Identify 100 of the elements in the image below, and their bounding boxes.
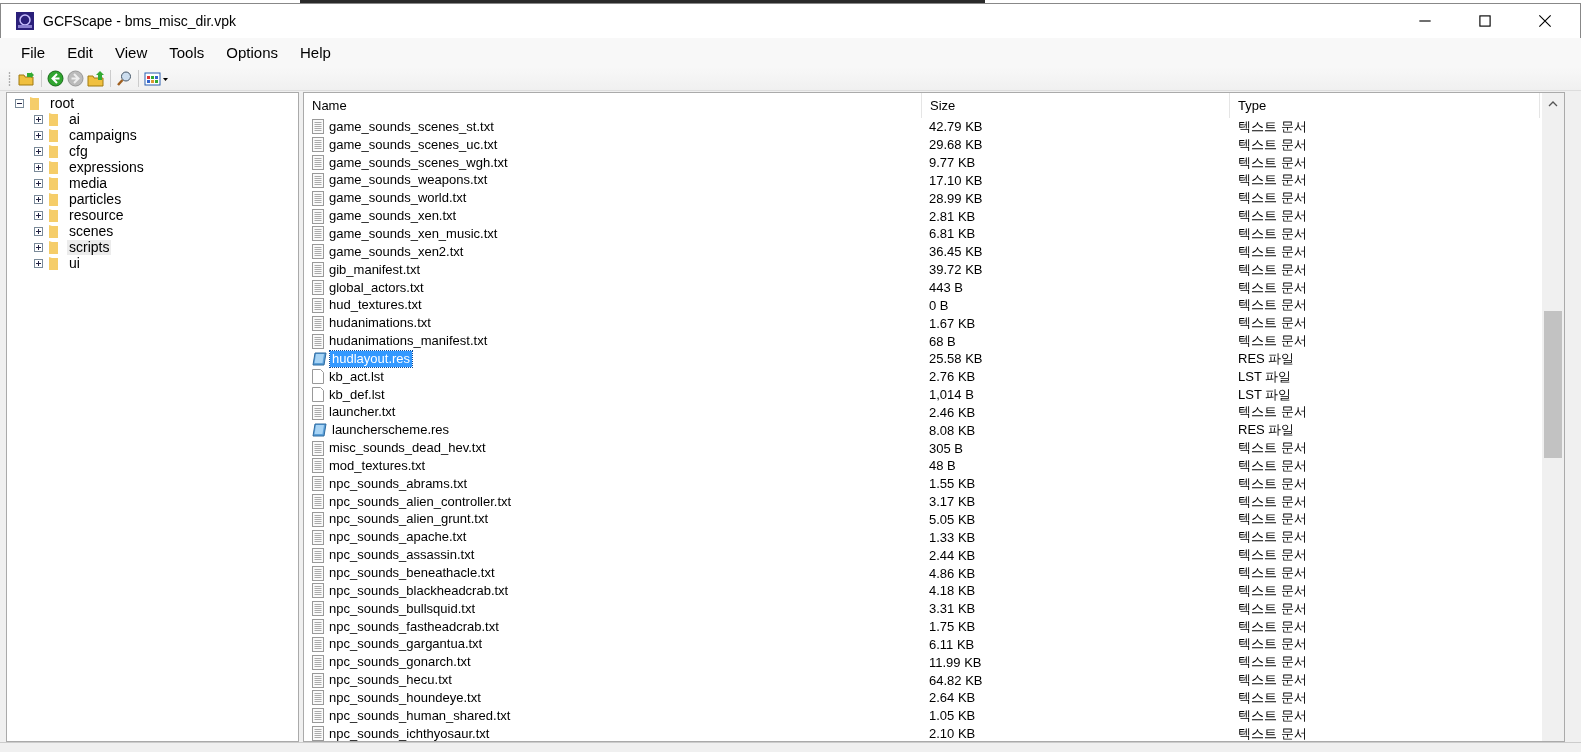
file-name[interactable]: npc_sounds_hecu.txt	[327, 672, 454, 689]
column-header[interactable]: Name	[304, 93, 922, 118]
file-size: 9.77 KB	[928, 155, 977, 171]
tree-item[interactable]: scripts	[67, 239, 112, 255]
file-name[interactable]: launcherscheme.res	[330, 422, 452, 439]
file-name[interactable]: npc_sounds_gonarch.txt	[327, 654, 473, 671]
file-type: 텍스트 문서	[1237, 117, 1308, 136]
file-type: 텍스트 문서	[1237, 207, 1308, 226]
view-options-icon[interactable]	[144, 70, 170, 87]
file-name[interactable]: game_sounds_scenes_wgh.txt	[327, 154, 510, 171]
text-file-icon	[312, 172, 324, 188]
file-size: 305 B	[928, 440, 964, 456]
file-name[interactable]: mod_textures.txt	[327, 457, 428, 474]
file-type: 텍스트 문서	[1237, 278, 1308, 297]
expand-icon[interactable]	[34, 114, 43, 124]
file-size: 1.55 KB	[928, 476, 977, 492]
file-name[interactable]: game_sounds_world.txt	[327, 190, 469, 207]
file-name[interactable]: npc_sounds_bullsquid.txt	[327, 600, 477, 617]
file-type: 텍스트 문서	[1237, 546, 1308, 565]
scrollbar-thumb[interactable]	[1544, 311, 1562, 458]
expand-icon[interactable]	[34, 178, 43, 188]
folder-up-icon[interactable]	[87, 70, 105, 87]
file-name[interactable]: npc_sounds_fastheadcrab.txt	[327, 618, 501, 635]
file-size: 1.33 KB	[928, 529, 977, 545]
file-type: 텍스트 문서	[1237, 153, 1308, 172]
tree-item[interactable]: media	[67, 175, 110, 191]
expand-icon[interactable]	[34, 258, 43, 268]
tree-item[interactable]: root	[48, 95, 77, 111]
expand-icon[interactable]	[34, 194, 43, 204]
file-type: 텍스트 문서	[1237, 242, 1308, 261]
menu-item[interactable]: Edit	[54, 44, 103, 61]
tree-item[interactable]: expressions	[67, 159, 146, 175]
file-name[interactable]: npc_sounds_ichthyosaur.txt	[327, 725, 492, 741]
menu-item[interactable]: Options	[213, 44, 287, 61]
expand-icon[interactable]	[34, 162, 43, 172]
expand-icon[interactable]	[34, 146, 43, 156]
file-name[interactable]: npc_sounds_blackheadcrab.txt	[327, 582, 511, 599]
file-type: 텍스트 문서	[1237, 296, 1308, 315]
expand-icon[interactable]	[34, 226, 43, 236]
file-name[interactable]: npc_sounds_abrams.txt	[327, 475, 470, 492]
file-name[interactable]: game_sounds_xen_music.txt	[327, 226, 500, 242]
folder-icon	[49, 240, 59, 254]
file-size: 1,014 B	[928, 387, 975, 403]
menu-item[interactable]: Help	[287, 44, 340, 61]
file-name[interactable]: npc_sounds_human_shared.txt	[327, 707, 513, 724]
menu-item[interactable]: File	[8, 44, 55, 61]
file-name[interactable]: hudanimations.txt	[327, 315, 433, 332]
file-name[interactable]: npc_sounds_alien_controller.txt	[327, 493, 514, 510]
file-name[interactable]: game_sounds_xen.txt	[327, 208, 459, 225]
expand-icon[interactable]	[34, 210, 43, 220]
file-type: 텍스트 문서	[1237, 314, 1308, 333]
open-folder-icon[interactable]	[18, 70, 36, 87]
expand-icon[interactable]	[34, 130, 43, 140]
tree-item[interactable]: campaigns	[67, 127, 139, 143]
tree-item[interactable]: ui	[67, 255, 82, 271]
file-name[interactable]: launcher.txt	[327, 404, 398, 421]
file-name[interactable]: hud_textures.txt	[327, 297, 424, 314]
tree-item[interactable]: resource	[67, 207, 126, 223]
file-name[interactable]: npc_sounds_gargantua.txt	[327, 636, 485, 653]
file-name[interactable]: game_sounds_scenes_uc.txt	[327, 136, 500, 153]
text-file-icon	[312, 280, 324, 295]
collapse-icon[interactable]	[15, 98, 24, 108]
file-name[interactable]: npc_sounds_houndeye.txt	[327, 689, 483, 706]
file-name[interactable]: npc_sounds_assassin.txt	[327, 547, 477, 564]
search-icon[interactable]	[116, 70, 133, 87]
tree-item[interactable]: ai	[67, 111, 82, 127]
text-file-icon	[312, 583, 324, 599]
file-name[interactable]: global_actors.txt	[327, 279, 426, 296]
folder-icon	[49, 128, 59, 142]
menu-item[interactable]: View	[102, 44, 157, 61]
text-file-icon	[312, 619, 324, 635]
file-type: 텍스트 문서	[1237, 225, 1308, 243]
back-icon[interactable]	[47, 70, 64, 87]
vertical-scrollbar[interactable]	[1542, 93, 1564, 741]
file-name[interactable]: game_sounds_scenes_st.txt	[327, 118, 496, 135]
tree-item[interactable]: particles	[67, 191, 124, 207]
folder-icon	[49, 160, 59, 174]
tree-item[interactable]: scenes	[67, 223, 116, 239]
text-file-icon	[312, 690, 324, 706]
tree-item[interactable]: cfg	[67, 143, 90, 159]
expand-icon[interactable]	[34, 242, 43, 252]
column-header[interactable]: Type	[1230, 93, 1540, 118]
file-name[interactable]: npc_sounds_beneathacle.txt	[327, 565, 497, 581]
file-name[interactable]: hudanimations_manifest.txt	[327, 333, 490, 350]
text-file-icon	[312, 137, 324, 153]
file-name[interactable]: misc_sounds_dead_hev.txt	[327, 440, 488, 457]
file-type: 텍스트 문서	[1237, 189, 1308, 208]
file-name[interactable]: game_sounds_weapons.txt	[327, 172, 490, 189]
menu-item[interactable]: Tools	[156, 44, 214, 61]
file-name[interactable]: kb_def.lst	[327, 386, 387, 403]
text-file-icon	[312, 262, 324, 278]
file-name[interactable]: kb_act.lst	[327, 368, 386, 385]
text-file-icon	[312, 226, 324, 242]
file-type: 텍스트 문서	[1237, 260, 1308, 279]
column-header[interactable]: Size	[922, 93, 1230, 118]
file-name[interactable]: gib_manifest.txt	[327, 261, 423, 278]
file-name[interactable]: game_sounds_xen2.txt	[327, 243, 466, 260]
file-name[interactable]: npc_sounds_alien_grunt.txt	[327, 511, 490, 528]
file-name[interactable]: npc_sounds_apache.txt	[327, 529, 469, 546]
text-file-icon	[312, 565, 324, 581]
